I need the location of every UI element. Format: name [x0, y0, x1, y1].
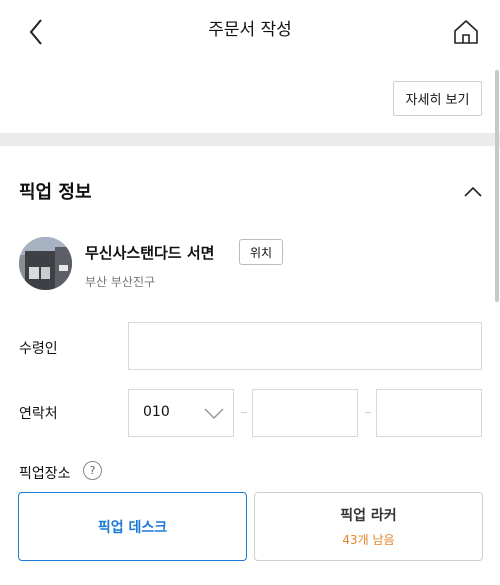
phone-dash	[365, 412, 371, 413]
phone-middle-input[interactable]	[252, 389, 358, 437]
recipient-input[interactable]	[128, 322, 482, 370]
pickup-section-header[interactable]: 픽업 정보	[0, 146, 500, 236]
help-icon[interactable]: ?	[83, 461, 102, 480]
collapse-button[interactable]	[459, 182, 487, 202]
section-divider	[0, 134, 500, 146]
location-button[interactable]: 위치	[239, 239, 283, 265]
top-bar: 주문서 작성	[0, 0, 500, 64]
pickup-desk-label: 픽업 데스크	[97, 519, 168, 536]
store-name: 무신사스탠다드 서면	[85, 244, 215, 262]
locker-remaining-count: 43개 남음	[342, 533, 395, 547]
scrollbar[interactable]	[495, 70, 499, 302]
pickup-desk-option[interactable]: 픽업 데스크	[18, 492, 247, 561]
phone-last-input[interactable]	[376, 389, 482, 437]
chevron-down-icon	[204, 408, 224, 420]
detail-area: 자세히 보기	[0, 64, 500, 134]
pickup-locker-label: 픽업 라커	[340, 508, 397, 524]
phone-dash	[241, 412, 247, 413]
phone-prefix-value: 010	[143, 404, 170, 420]
home-icon	[454, 20, 478, 44]
page-title: 주문서 작성	[208, 20, 292, 40]
pickup-section-title: 픽업 정보	[19, 182, 92, 203]
pickup-place-label: 픽업장소	[19, 466, 71, 482]
pickup-locker-option[interactable]: 픽업 라커 43개 남음	[254, 492, 483, 561]
contact-label: 연락처	[19, 406, 58, 422]
store-address: 부산 부산진구	[85, 275, 156, 289]
view-details-button[interactable]: 자세히 보기	[393, 81, 482, 116]
store-info: 무신사스탠다드 서면 위치 부산 부산진구	[0, 236, 500, 300]
home-button[interactable]	[450, 15, 482, 49]
store-thumbnail	[19, 237, 72, 290]
phone-prefix-select[interactable]: 010	[128, 389, 234, 437]
recipient-label: 수령인	[19, 341, 58, 357]
chevron-up-icon	[464, 186, 482, 197]
